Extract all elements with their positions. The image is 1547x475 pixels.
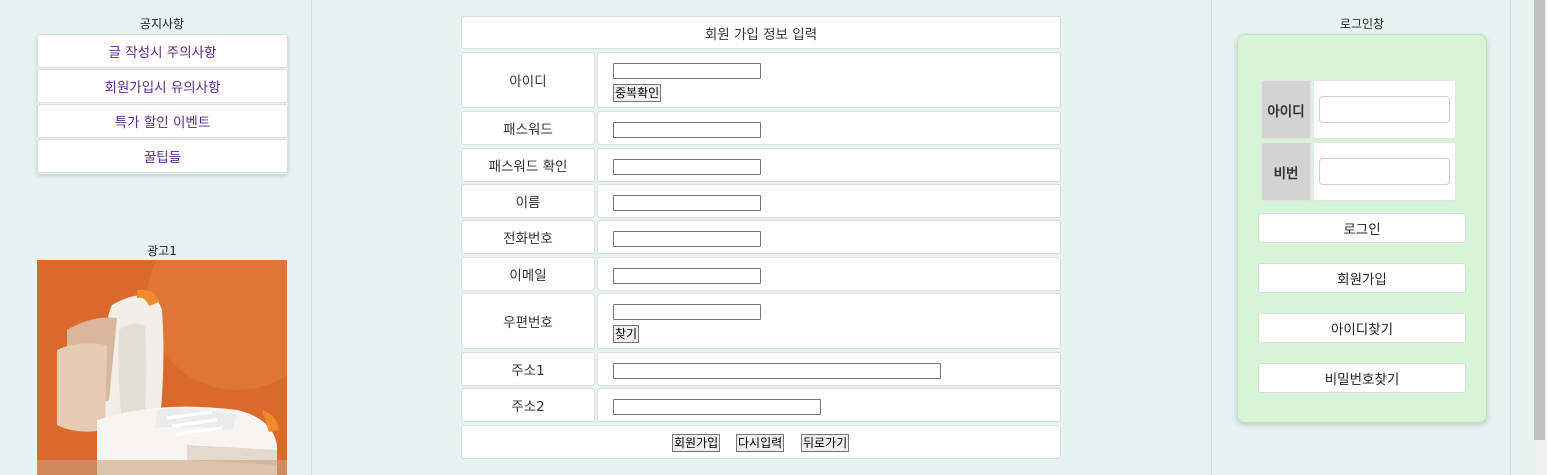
field-cell-id xyxy=(597,52,1061,108)
phone-input[interactable] xyxy=(613,231,761,247)
label-password: 패스워드 xyxy=(461,111,595,145)
signup-button[interactable]: 회원가입 xyxy=(1258,263,1466,293)
ad-banner-image[interactable] xyxy=(37,260,287,475)
notice-item-signup-notes[interactable]: 회원가입시 유의사항 xyxy=(37,69,288,103)
notice-item-discount-event[interactable]: 특가 할인 이벤트 xyxy=(37,104,288,138)
login-id-label: 아이디 xyxy=(1261,80,1311,139)
label-id: 아이디 xyxy=(461,52,595,108)
label-address1: 주소1 xyxy=(461,352,595,386)
address2-input[interactable] xyxy=(613,399,821,415)
check-duplicate-button[interactable]: 중복확인 xyxy=(613,84,662,102)
notice-title: 공지사항 xyxy=(139,17,185,31)
signup-form-header: 회원 가입 정보 입력 xyxy=(461,16,1061,49)
address1-input[interactable] xyxy=(613,363,941,379)
login-id-input[interactable] xyxy=(1319,96,1450,123)
reset-form-button[interactable]: 다시입력 xyxy=(736,434,785,452)
sneaker-illustration xyxy=(37,260,287,475)
email-input[interactable] xyxy=(613,268,761,284)
page-scrollbar-thumb[interactable] xyxy=(1534,0,1545,440)
password-confirm-input[interactable] xyxy=(613,159,761,175)
notice-list: 글 작성시 주의사항 회원가입시 유의사항 특가 할인 이벤트 꿀팁들 xyxy=(37,34,288,174)
zipcode-input[interactable] xyxy=(613,304,761,320)
id-input[interactable] xyxy=(613,63,761,79)
label-phone: 전화번호 xyxy=(461,220,595,254)
label-address2: 주소2 xyxy=(461,388,595,422)
login-title: 로그인창 xyxy=(1339,17,1385,31)
name-input[interactable] xyxy=(613,195,761,211)
field-cell-zipcode xyxy=(597,293,1061,349)
label-name: 이름 xyxy=(461,184,595,218)
ad-title: 광고1 xyxy=(147,244,177,258)
go-back-button[interactable]: 뒤로가기 xyxy=(801,434,850,452)
find-id-button[interactable]: 아이디찾기 xyxy=(1258,313,1466,343)
find-password-button[interactable]: 비밀번호찾기 xyxy=(1258,363,1466,393)
login-pw-label: 비번 xyxy=(1261,142,1311,201)
password-input[interactable] xyxy=(613,122,761,138)
label-zipcode: 우편번호 xyxy=(461,293,595,349)
label-password-confirm: 패스워드 확인 xyxy=(461,148,595,182)
notice-item-writing-caution[interactable]: 글 작성시 주의사항 xyxy=(37,34,288,68)
notice-item-tips[interactable]: 꿀팁들 xyxy=(37,139,288,173)
login-pw-input[interactable] xyxy=(1319,158,1450,185)
login-panel: 아이디 비번 로그인 회원가입 아이디찾기 비밀번호찾기 xyxy=(1237,34,1487,423)
label-email: 이메일 xyxy=(461,257,595,291)
login-button[interactable]: 로그인 xyxy=(1258,213,1466,243)
submit-signup-button[interactable]: 회원가입 xyxy=(672,434,721,452)
find-zipcode-button[interactable]: 찾기 xyxy=(613,325,640,343)
